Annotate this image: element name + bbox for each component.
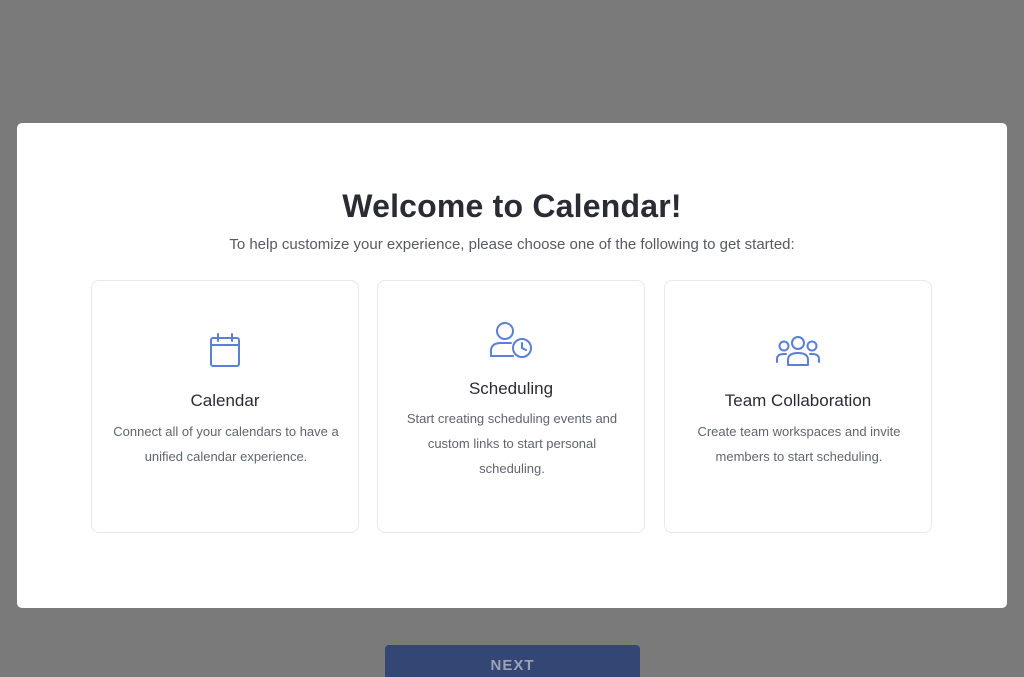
user-clock-icon [378,321,644,359]
calendar-icon [92,333,358,369]
option-title: Scheduling [468,379,554,398]
team-icon [665,335,931,367]
option-title: Team Collaboration [724,391,872,410]
page: Welcome to Calendar! To help customize y… [0,0,1024,677]
next-button[interactable]: NEXT [385,645,640,677]
option-card-team-collaboration[interactable]: Team Collaboration Create team workspace… [664,280,932,533]
modal-title: Welcome to Calendar! [342,188,682,224]
option-description: Start creating scheduling events and cus… [406,411,618,476]
option-description: Connect all of your calendars to have a … [113,424,339,464]
option-card-calendar[interactable]: Calendar Connect all of your calendars t… [91,280,359,533]
modal-subtitle: To help customize your experience, pleas… [229,236,795,253]
option-title: Calendar [190,391,260,410]
option-card-scheduling[interactable]: Scheduling Start creating scheduling eve… [377,280,645,533]
option-description: Create team workspaces and invite member… [697,424,901,464]
